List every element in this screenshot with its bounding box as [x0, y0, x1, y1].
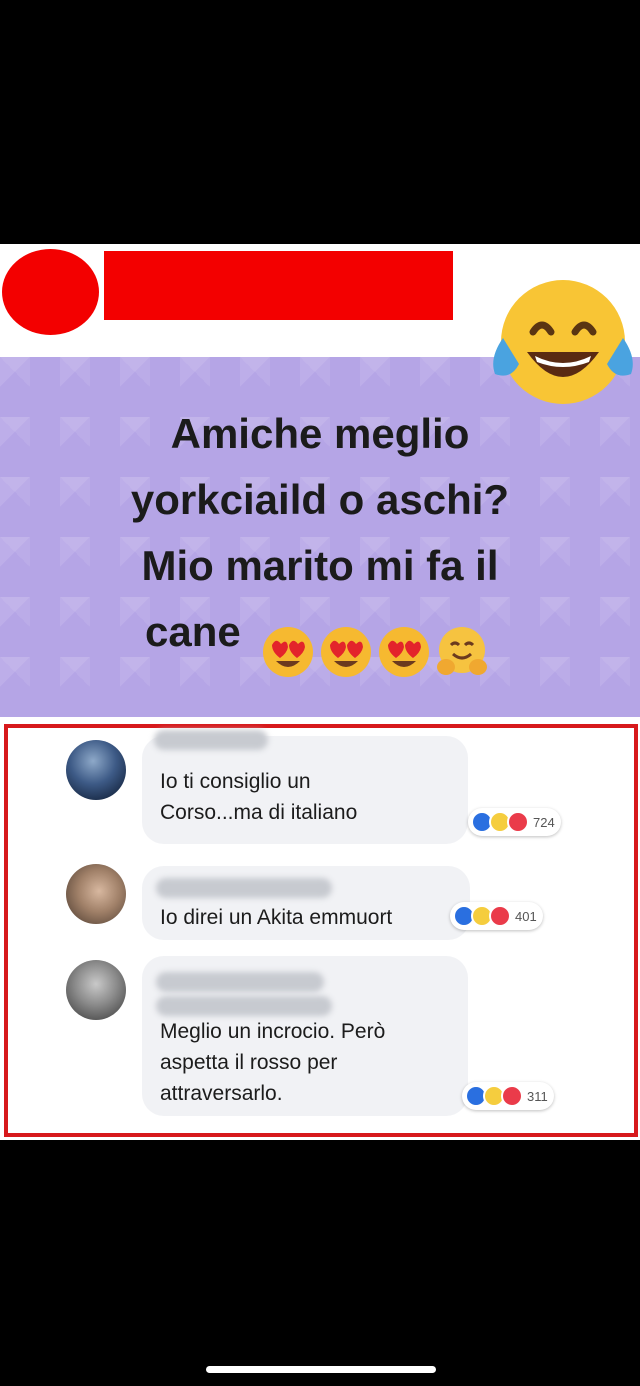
love-reaction-icon	[501, 1085, 523, 1107]
comment-text: Meglio un incrocio. Però aspetta il ross…	[160, 1020, 386, 1105]
home-indicator[interactable]	[206, 1366, 436, 1373]
heart-eyes-emoji-icon	[263, 627, 313, 677]
commenter-avatar[interactable]	[66, 960, 126, 1020]
question-line: yorkciaild o aschi?	[130, 476, 510, 523]
comment-text: Io direi un Akita emmuort	[160, 906, 393, 929]
comment-text: Io ti consiglio un Corso...ma di italian…	[160, 770, 358, 824]
post-card: Amiche meglio yorkciaild o aschi? Mio ma…	[0, 244, 640, 1140]
love-reaction-icon	[489, 905, 511, 927]
blurred-commenter-name[interactable]	[154, 730, 268, 750]
heart-eyes-emoji-icon	[321, 627, 371, 677]
blurred-commenter-name[interactable]	[156, 878, 332, 898]
question-emojis	[260, 623, 490, 681]
reaction-count: 401	[515, 908, 537, 924]
commenter-avatar[interactable]	[66, 740, 126, 800]
love-reaction-icon	[507, 811, 529, 833]
redacted-avatar	[2, 249, 99, 335]
comment-bubble: Io ti consiglio un Corso...ma di italian…	[142, 730, 468, 844]
commenter-avatar[interactable]	[66, 864, 126, 924]
reaction-summary[interactable]: 724	[468, 808, 561, 836]
reaction-count: 311	[527, 1088, 548, 1104]
heart-eyes-emoji-icon	[379, 627, 429, 677]
reaction-count: 724	[533, 814, 555, 830]
tears-of-joy-emoji-icon	[493, 280, 633, 404]
blurred-commenter-name[interactable]	[156, 972, 324, 992]
question-line: Mio marito mi fa il	[141, 542, 499, 589]
comments-section: Io ti consiglio un Corso...ma di italian…	[4, 724, 638, 1137]
blurred-commenter-name[interactable]	[156, 996, 332, 1016]
comment-bubble: Meglio un incrocio. Però aspetta il ross…	[142, 956, 468, 1116]
reaction-summary[interactable]: 401	[450, 902, 543, 930]
reaction-summary[interactable]: 311	[462, 1082, 554, 1110]
hugging-face-emoji-icon	[437, 627, 487, 675]
redacted-name	[104, 251, 453, 320]
comment-bubble: Io direi un Akita emmuort	[142, 866, 470, 940]
